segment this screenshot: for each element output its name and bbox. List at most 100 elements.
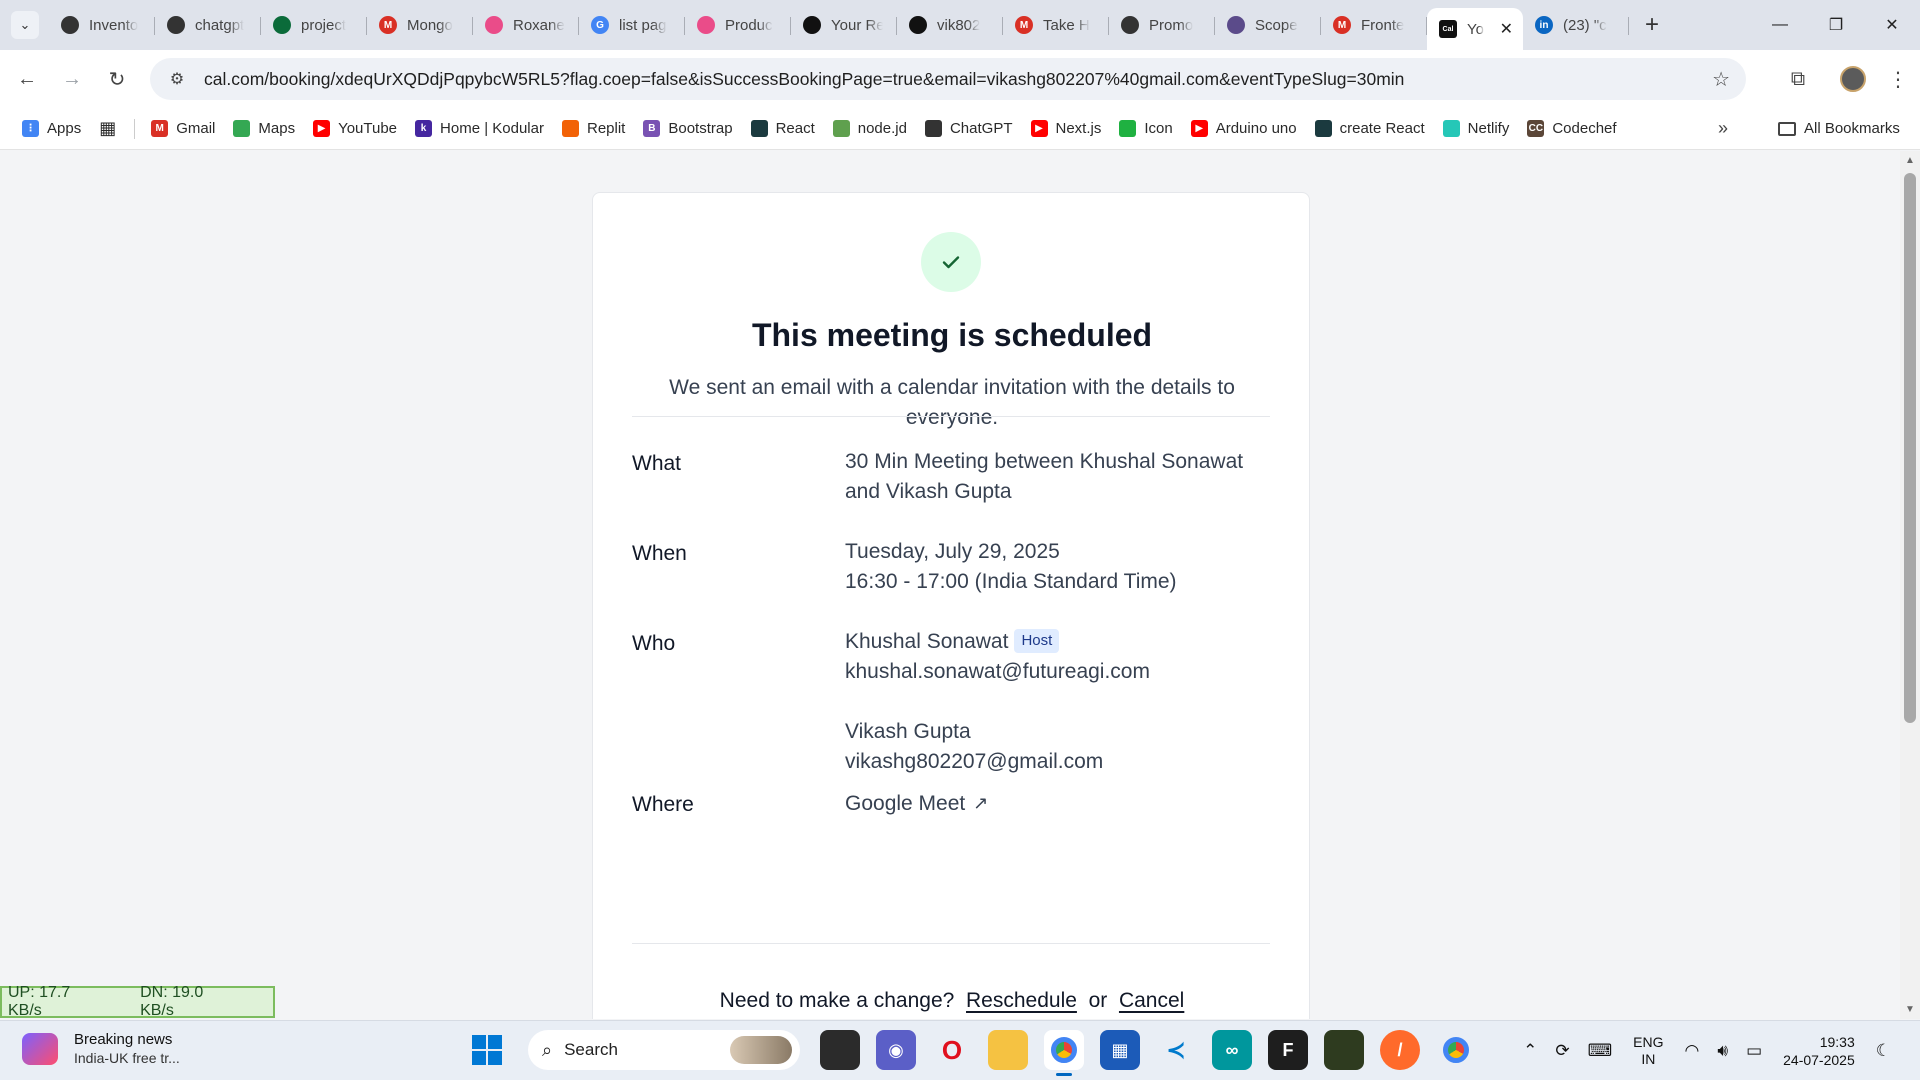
arduino-icon[interactable]: ∞ bbox=[1212, 1030, 1252, 1070]
profile-avatar[interactable] bbox=[1840, 66, 1866, 92]
file-explorer-icon[interactable] bbox=[988, 1030, 1028, 1070]
tab-strip: ⌄ Invento chatgpt project M Mongo Roxane Glist… bbox=[0, 0, 1920, 50]
tab-12[interactable]: M Fronte bbox=[1321, 8, 1427, 42]
tab-9[interactable]: M Take H bbox=[1003, 8, 1109, 42]
restore-button[interactable]: ❐ bbox=[1808, 0, 1864, 50]
bookmark-5[interactable]: Replit bbox=[561, 120, 625, 137]
teams-icon[interactable]: ◉ bbox=[876, 1030, 916, 1070]
close-window-button[interactable]: ✕ bbox=[1864, 0, 1920, 50]
tab-8[interactable]: vik802 bbox=[897, 8, 1003, 42]
gmail-icon: M bbox=[1333, 16, 1351, 34]
more-bookmarks-icon[interactable]: » bbox=[1718, 118, 1728, 139]
language-indicator[interactable]: ENG IN bbox=[1633, 1034, 1663, 1068]
tab-14[interactable]: in (23) "c bbox=[1523, 8, 1629, 42]
tab-7[interactable]: Your Re bbox=[791, 8, 897, 42]
bookmark-star-icon[interactable]: ☆ bbox=[1712, 67, 1730, 92]
url-text[interactable]: cal.com/booking/xdeqUrXQDdjPqpybcW5RL5?f… bbox=[204, 69, 1404, 90]
reload-button[interactable]: ↻ bbox=[99, 61, 135, 97]
bookmark-6[interactable]: B Bootstrap bbox=[643, 120, 733, 137]
divider-bottom bbox=[632, 943, 1270, 944]
tab-1[interactable]: chatgpt bbox=[155, 8, 261, 42]
all-bookmarks-button[interactable]: All Bookmarks bbox=[1778, 120, 1900, 137]
github-icon bbox=[909, 16, 927, 34]
bookmark-0[interactable]: ⋮ Apps bbox=[22, 120, 81, 137]
tab-search-button[interactable]: ⌄ bbox=[11, 11, 39, 39]
task-view-icon[interactable] bbox=[820, 1030, 860, 1070]
scroll-up-icon[interactable]: ▲ bbox=[1900, 155, 1920, 166]
tab-5[interactable]: Glist pag bbox=[579, 8, 685, 42]
battery-icon[interactable]: ▭ bbox=[1746, 1041, 1762, 1061]
who-guest: Vikash Gupta vikashg802207@gmail.com bbox=[845, 717, 1275, 777]
notifications-icon[interactable]: ☾ bbox=[1876, 1041, 1891, 1061]
back-button[interactable]: ← bbox=[9, 61, 45, 97]
tab-2[interactable]: project bbox=[261, 8, 367, 42]
cancel-link[interactable]: Cancel bbox=[1119, 989, 1184, 1012]
close-tab-icon[interactable]: ✕ bbox=[1500, 19, 1513, 39]
chrome-icon[interactable] bbox=[1044, 1030, 1084, 1076]
bookmark-8[interactable]: node.jd bbox=[832, 120, 907, 137]
brave-alt-icon[interactable]: / bbox=[1380, 1030, 1420, 1070]
where-link[interactable]: Google Meet bbox=[845, 792, 965, 815]
wifi-icon[interactable]: ◠ bbox=[1685, 1041, 1700, 1061]
bookmark-14[interactable]: Netlify bbox=[1442, 120, 1509, 137]
where-value[interactable]: Google Meet ↗ bbox=[845, 788, 1275, 819]
tab-3[interactable]: M Mongo bbox=[367, 8, 473, 42]
forward-button[interactable]: → bbox=[54, 61, 90, 97]
bookmark-10[interactable]: ▶ Next.js bbox=[1030, 120, 1102, 137]
bookmark-13[interactable]: create React bbox=[1314, 120, 1425, 137]
tab-0[interactable]: Invento bbox=[49, 8, 155, 42]
gpu-tool-icon[interactable] bbox=[1324, 1030, 1364, 1070]
reschedule-link[interactable]: Reschedule bbox=[966, 989, 1077, 1012]
volume-icon[interactable]: 🔊︎ bbox=[1717, 1041, 1728, 1061]
chrome-profile-icon[interactable] bbox=[1436, 1030, 1476, 1070]
start-button[interactable] bbox=[472, 1035, 502, 1065]
tab-list: Invento chatgpt project M Mongo Roxane Glist p… bbox=[49, 0, 1629, 50]
tab-10[interactable]: Promo bbox=[1109, 8, 1215, 42]
keyboard-icon[interactable]: ⌨ bbox=[1588, 1041, 1613, 1061]
chatgpt-icon bbox=[167, 16, 185, 34]
external-link-icon[interactable]: ↗ bbox=[973, 788, 988, 818]
gmail-icon: M bbox=[379, 16, 397, 34]
news-widget[interactable]: Breaking news India-UK free tr... bbox=[22, 1031, 180, 1066]
tab-6[interactable]: Produc bbox=[685, 8, 791, 42]
search-label: Search bbox=[564, 1040, 618, 1059]
kebab-menu-icon[interactable]: ⋮ bbox=[1886, 67, 1910, 92]
clock[interactable]: 19:33 24-07-2025 bbox=[1783, 1033, 1855, 1069]
bookmark-15[interactable]: CC Codechef bbox=[1527, 120, 1617, 137]
bookmark-label: Next.js bbox=[1055, 120, 1102, 137]
divider-top bbox=[632, 416, 1270, 417]
tab-groups-icon[interactable]: ▦ bbox=[99, 118, 116, 139]
bookmark-9[interactable]: ChatGPT bbox=[924, 120, 1013, 137]
bookmark-4[interactable]: k Home | Kodular bbox=[415, 120, 544, 137]
vscode-icon[interactable]: ≺ bbox=[1156, 1030, 1196, 1070]
bookmark-label: Home | Kodular bbox=[440, 120, 544, 137]
sync-icon[interactable]: ⟳ bbox=[1555, 1041, 1569, 1061]
new-tab-button[interactable]: + bbox=[1637, 10, 1667, 40]
scroll-thumb[interactable] bbox=[1904, 173, 1916, 723]
bookmark-1[interactable]: M Gmail bbox=[151, 120, 215, 137]
restore-icon: ❐ bbox=[1828, 17, 1844, 34]
tab-11[interactable]: Scope bbox=[1215, 8, 1321, 42]
minimize-button[interactable]: — bbox=[1752, 0, 1808, 50]
bookmark-3[interactable]: ▶ YouTube bbox=[313, 120, 397, 137]
tray-chevron-up-icon[interactable]: ⌃ bbox=[1523, 1041, 1537, 1061]
page-scrollbar[interactable]: ▲ ▼ bbox=[1900, 151, 1920, 1019]
taskbar-search[interactable]: ⌕ Search bbox=[528, 1030, 800, 1070]
opera-icon[interactable]: O bbox=[932, 1030, 972, 1070]
bookmark-2[interactable]: Maps bbox=[233, 120, 295, 137]
figma-icon[interactable]: F bbox=[1268, 1030, 1308, 1070]
tab-4[interactable]: Roxane bbox=[473, 8, 579, 42]
success-badge bbox=[921, 232, 981, 292]
tab-13[interactable]: Cal Yo ✕ bbox=[1427, 8, 1523, 50]
bookmark-11[interactable]: Icon bbox=[1119, 120, 1173, 137]
bookmark-separator bbox=[134, 118, 136, 139]
ms-store-icon[interactable]: ▦ bbox=[1100, 1030, 1140, 1070]
site-settings-icon[interactable]: ⚙ bbox=[162, 69, 192, 89]
scroll-down-icon[interactable]: ▼ bbox=[1900, 1004, 1920, 1015]
bootstrap-icon: B bbox=[643, 120, 661, 137]
address-bar[interactable]: ⚙ cal.com/booking/xdeqUrXQDdjPqpybcW5RL5… bbox=[150, 58, 1746, 100]
upload-speed: UP: 17.7 KB/s bbox=[8, 984, 71, 1019]
bookmark-12[interactable]: ▶ Arduino uno bbox=[1190, 120, 1297, 137]
extensions-icon[interactable]: ⧉ bbox=[1778, 68, 1818, 91]
bookmark-7[interactable]: React bbox=[750, 120, 815, 137]
